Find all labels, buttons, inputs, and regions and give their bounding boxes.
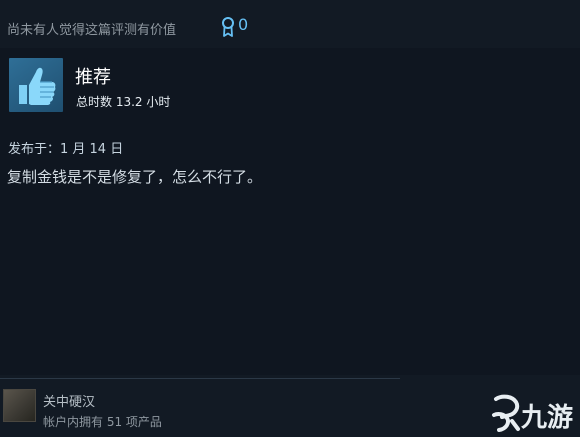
award-count[interactable]: 0 <box>238 15 248 34</box>
jiuyou-logo-icon <box>488 393 522 433</box>
watermark-text: 九游 <box>521 403 574 433</box>
posted-date: 发布于：1 月 14 日 <box>8 142 124 157</box>
thumbs-up-icon <box>9 58 63 112</box>
hours-played: 总时数 13.2 小时 <box>76 95 171 109</box>
review-verdict: 推荐 <box>75 67 111 88</box>
author-products[interactable]: 帐户内拥有 51 项产品 <box>43 413 162 430</box>
helpful-status-text: 尚未有人觉得这篇评测有价值 <box>7 23 177 38</box>
avatar[interactable] <box>3 389 36 422</box>
author-name[interactable]: 关中硬汉 <box>43 391 95 410</box>
award-ribbon-icon[interactable] <box>221 17 235 37</box>
review-body: 复制金钱是不是修复了，怎么不行了。 <box>7 168 263 186</box>
helpful-bar: 尚未有人觉得这篇评测有价值 0 <box>0 0 580 48</box>
